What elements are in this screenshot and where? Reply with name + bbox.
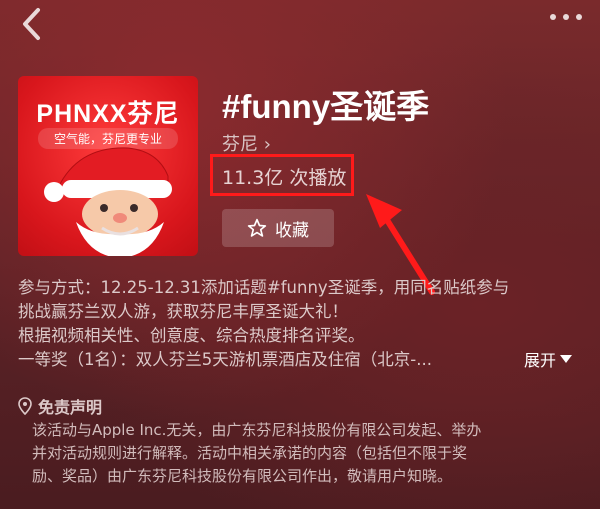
location-pin-icon bbox=[18, 397, 32, 415]
disclaimer-line: 励、奖品）由广东芬尼科技股份有限公司作出，敬请用户知晓。 bbox=[32, 467, 453, 485]
more-options-icon[interactable] bbox=[550, 14, 582, 20]
description-line: 挑战赢芬兰双人游，获取芬尼丰厚圣诞大礼！ bbox=[18, 302, 348, 321]
santa-illustration-icon bbox=[44, 147, 172, 256]
expand-button[interactable]: 展开 bbox=[524, 347, 573, 371]
topic-title: #funny圣诞季 bbox=[222, 88, 430, 125]
description-line: 根据视频相关性、创意度、综合热度排名评奖。 bbox=[18, 326, 365, 345]
topic-cover-image: PHNXX芬尼 空气能，芬尼更专业 bbox=[18, 76, 198, 256]
description-line: 一等奖（1名）：双人芬兰5天游机票酒店及住宿（北京-... bbox=[18, 350, 432, 369]
description-line: 参与方式：12.25-12.31添加话题#funny圣诞季，用同名贴纸参与 bbox=[18, 278, 510, 297]
disclaimer-text: 该活动与Apple Inc.无关，由广东芬尼科技股份有限公司发起、举办 并对活动… bbox=[32, 419, 588, 488]
disclaimer-header: 免责声明 bbox=[18, 394, 102, 418]
triangle-down-icon bbox=[560, 355, 573, 363]
play-count: 11.3亿 次播放 bbox=[222, 167, 347, 189]
disclaimer-title: 免责声明 bbox=[38, 398, 103, 417]
topic-author-link[interactable]: 芬尼 › bbox=[222, 130, 271, 156]
star-outline-icon bbox=[247, 218, 267, 237]
disclaimer-line: 并对活动规则进行解释。活动中相关承诺的内容（包括但不限于奖 bbox=[32, 444, 468, 462]
expand-label: 展开 bbox=[524, 351, 557, 370]
topic-description: 参与方式：12.25-12.31添加话题#funny圣诞季，用同名贴纸参与 挑战… bbox=[18, 276, 584, 372]
favorite-button[interactable]: 收藏 bbox=[222, 209, 334, 247]
favorite-label: 收藏 bbox=[275, 220, 309, 241]
disclaimer-line: 该活动与Apple Inc.无关，由广东芬尼科技股份有限公司发起、举办 bbox=[32, 421, 482, 439]
back-chevron-icon[interactable] bbox=[18, 6, 48, 42]
